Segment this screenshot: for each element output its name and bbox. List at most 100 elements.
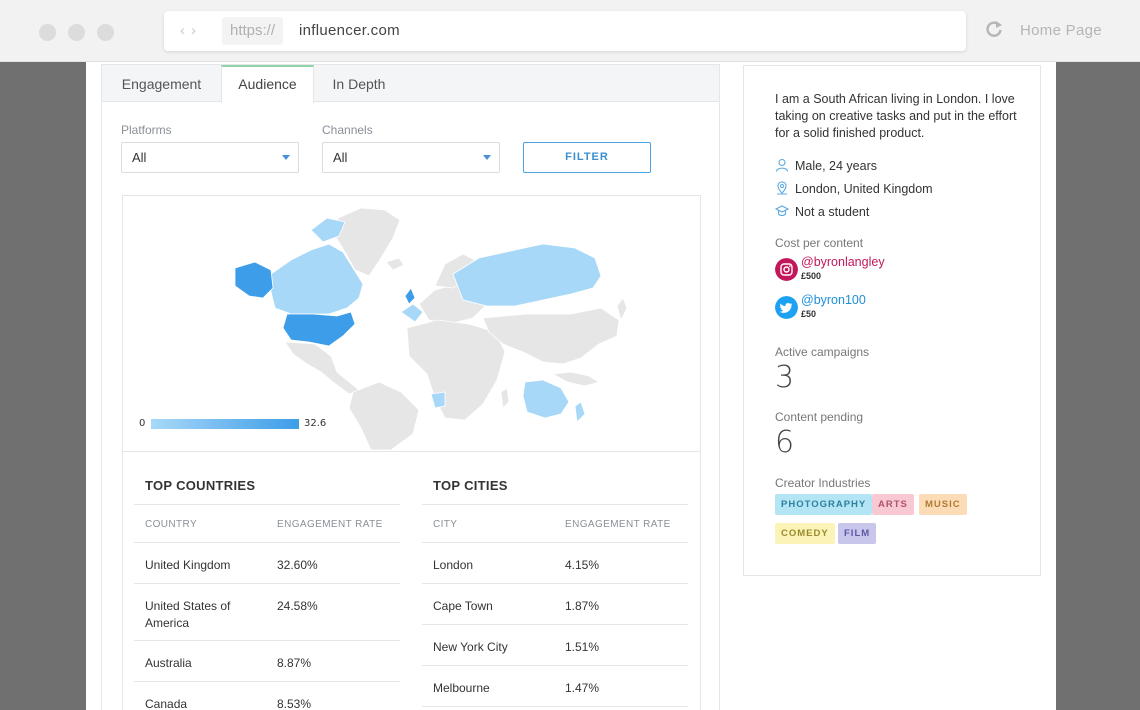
industry-tag-comedy[interactable]: COMEDY <box>775 523 835 544</box>
location-pin-icon <box>777 181 787 195</box>
map-south-africa <box>430 391 446 409</box>
map-alaska <box>234 261 274 299</box>
map-western-europe <box>400 303 424 323</box>
top-cities-table: TOP CITIES CITY ENGAGEMENT RATE London 4… <box>422 452 688 707</box>
url-host[interactable]: influencer.com <box>299 22 400 39</box>
city-rate: 1.51% <box>565 640 600 654</box>
city-rate: 1.87% <box>565 599 600 613</box>
industry-tag-music[interactable]: MUSIC <box>919 494 967 515</box>
window-close-dot[interactable] <box>39 24 56 41</box>
map-africa <box>406 319 506 421</box>
industry-tag-arts[interactable]: ARTS <box>872 494 914 515</box>
twitter-handle-link[interactable]: @byron100 <box>801 293 866 307</box>
instagram-icon <box>775 258 798 281</box>
platforms-select[interactable]: All <box>121 142 299 173</box>
profile-bio: I am a South African living in London. I… <box>775 92 1017 140</box>
audience-card: Engagement Audience In Depth Platforms A… <box>101 64 720 710</box>
city-name: Cape Town <box>433 599 493 613</box>
profile-card: I am a South African living in London. I… <box>743 65 1041 576</box>
industry-tag-photography[interactable]: PHOTOGRAPHY <box>775 494 873 515</box>
graduation-cap-icon <box>775 205 789 217</box>
map-russia <box>452 243 602 307</box>
city-name: Melbourne <box>433 681 490 695</box>
table-row: Australia 8.87% <box>134 641 400 682</box>
map-madagascar <box>500 387 510 409</box>
window-minimize-dot[interactable] <box>68 24 85 41</box>
channels-value: All <box>333 150 348 165</box>
industry-tag-film[interactable]: FILM <box>838 523 877 544</box>
active-campaigns-label: Active campaigns <box>775 345 870 359</box>
instagram-price: £500 <box>801 271 822 281</box>
browser-chrome: ‹› https:// influencer.com Home Page <box>0 0 1140 62</box>
page-content: Engagement Audience In Depth Platforms A… <box>86 62 1056 710</box>
map-japan <box>616 297 628 322</box>
chevron-down-icon <box>282 155 290 160</box>
home-page-link[interactable]: Home Page <box>1020 22 1102 39</box>
top-tables: TOP COUNTRIES COUNTRY ENGAGEMENT RATE Un… <box>122 451 701 710</box>
map-legend-gradient <box>151 419 299 429</box>
profile-student-status: Not a student <box>775 204 869 219</box>
profile-gender-age: Male, 24 years <box>775 158 877 173</box>
reload-icon[interactable] <box>984 19 1004 39</box>
gender-age-text: Male, 24 years <box>795 159 877 173</box>
map-new-zealand <box>574 401 586 423</box>
tab-in-depth[interactable]: In Depth <box>314 65 404 102</box>
content-pending-value: 6 <box>775 425 795 460</box>
country-rate: 8.87% <box>277 656 312 670</box>
platforms-value: All <box>132 150 147 165</box>
country-rate: 24.58% <box>277 599 318 613</box>
window-maximize-dot[interactable] <box>97 24 114 41</box>
table-header-row: CITY ENGAGEMENT RATE <box>422 505 688 543</box>
city-name: New York City <box>433 640 508 654</box>
table-header-row: COUNTRY ENGAGEMENT RATE <box>134 505 400 543</box>
country-name: Canada <box>145 697 188 710</box>
chevron-down-icon <box>483 155 491 160</box>
top-countries-title: TOP COUNTRIES <box>134 452 400 505</box>
map-australia <box>522 379 570 419</box>
audience-world-map: 0 32.6 <box>122 195 701 451</box>
city-rate: 1.47% <box>565 681 600 695</box>
profile-location: London, United Kingdom <box>775 181 933 196</box>
channels-select[interactable]: All <box>322 142 500 173</box>
country-name: United Kingdom <box>145 558 231 572</box>
user-icon <box>775 158 789 172</box>
instagram-handle-link[interactable]: @byronlangley <box>801 255 885 269</box>
column-header-engagement: ENGAGEMENT RATE <box>565 519 671 530</box>
tab-audience[interactable]: Audience <box>221 65 314 103</box>
table-row: United Kingdom 32.60% <box>134 543 400 584</box>
table-row: United States of America 24.58% <box>134 584 400 641</box>
map-legend-min: 0 <box>139 418 146 429</box>
creator-industries-label: Creator Industries <box>775 476 871 490</box>
cost-per-content-label: Cost per content <box>775 236 864 250</box>
twitter-icon <box>775 296 798 319</box>
twitter-price: £50 <box>801 309 817 319</box>
column-header-country: COUNTRY <box>145 519 198 530</box>
column-header-engagement: ENGAGEMENT RATE <box>277 519 383 530</box>
city-rate: 4.15% <box>565 558 600 572</box>
address-bar[interactable]: ‹› https:// influencer.com <box>164 11 966 51</box>
world-map-svg <box>234 207 628 451</box>
table-row: New York City 1.51% <box>422 625 688 666</box>
platforms-label: Platforms <box>121 123 172 137</box>
city-name: London <box>433 558 474 572</box>
country-rate: 8.53% <box>277 697 312 710</box>
country-name: United States of America <box>145 599 231 630</box>
column-header-city: CITY <box>433 519 458 530</box>
table-row: London 4.15% <box>422 543 688 584</box>
location-text: London, United Kingdom <box>795 182 933 196</box>
map-usa <box>282 311 356 347</box>
student-text: Not a student <box>795 205 870 219</box>
map-united-kingdom <box>404 287 416 305</box>
content-pending-label: Content pending <box>775 410 864 424</box>
channels-label: Channels <box>322 123 373 137</box>
active-campaigns-value: 3 <box>775 360 795 395</box>
map-iceland <box>385 257 405 271</box>
table-row: Canada 8.53% <box>134 682 400 710</box>
back-forward-icon[interactable]: ‹› <box>180 22 202 39</box>
filter-button[interactable]: FILTER <box>523 142 651 173</box>
map-south-america <box>348 381 420 451</box>
tab-engagement[interactable]: Engagement <box>102 65 221 102</box>
country-name: Australia <box>145 656 192 670</box>
top-countries-table: TOP COUNTRIES COUNTRY ENGAGEMENT RATE Un… <box>134 452 400 710</box>
map-indonesia <box>551 371 600 387</box>
